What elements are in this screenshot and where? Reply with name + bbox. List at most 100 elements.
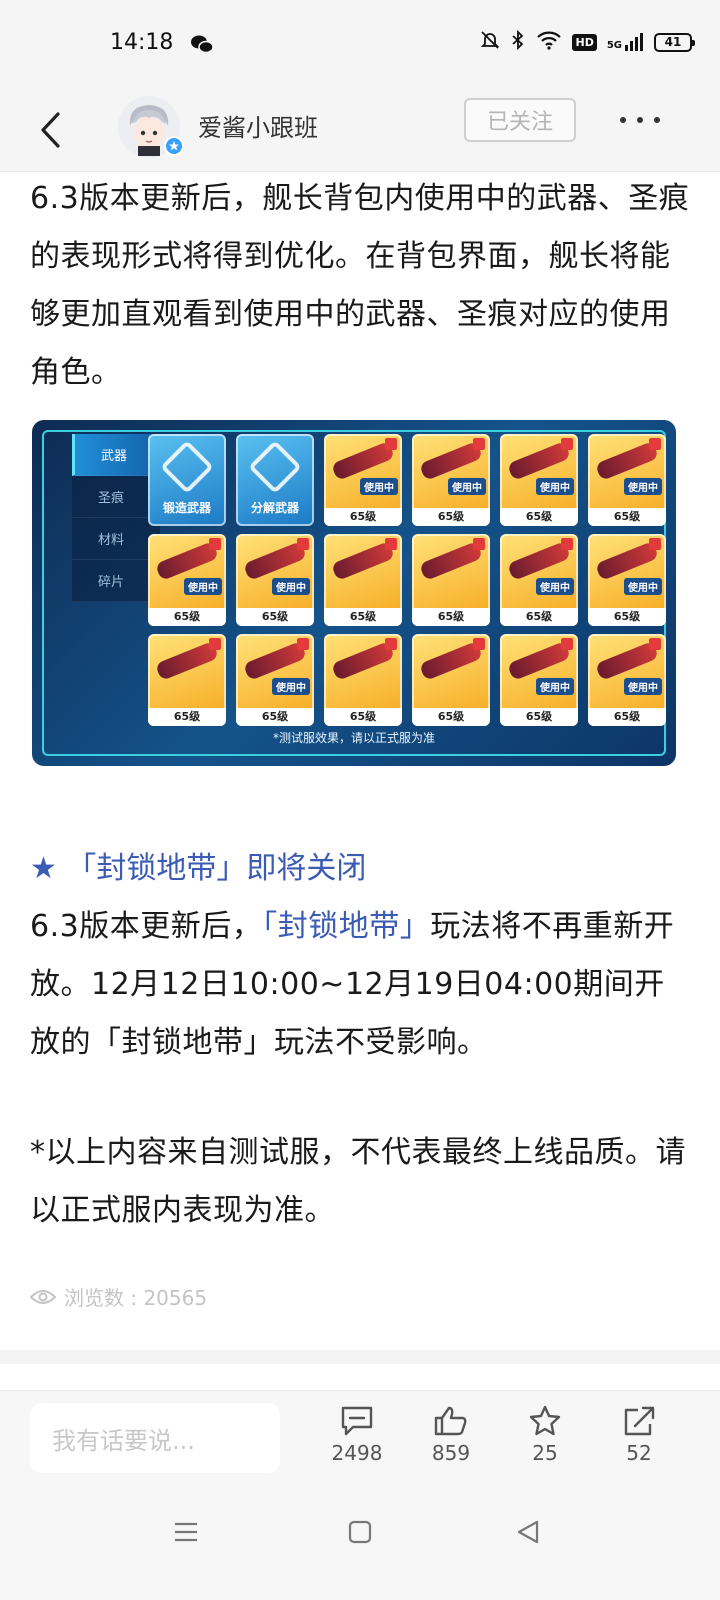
comment-button[interactable]: 2498	[322, 1405, 392, 1465]
in-use-badge: 使用中	[448, 478, 486, 495]
comment-icon	[341, 1406, 373, 1436]
lock-icon	[297, 638, 309, 650]
image-caption: *测试服效果，请以正式服为准	[272, 731, 435, 745]
anvil-icon	[160, 440, 214, 494]
menu-icon	[175, 1522, 197, 1542]
view-count-text: 浏览数 : 20565	[64, 1286, 208, 1310]
in-use-badge: 使用中	[536, 478, 574, 495]
more-options-button[interactable]	[620, 110, 660, 130]
nav-menu-button[interactable]	[166, 1512, 206, 1552]
level-label: 65级	[324, 508, 402, 526]
level-label: 65级	[324, 608, 402, 626]
share-button[interactable]: 52	[604, 1405, 674, 1465]
level-label: 65级	[148, 708, 226, 726]
in-use-badge: 使用中	[272, 678, 310, 695]
weapon-tile: 使用中 65级	[236, 534, 314, 626]
battery-icon: 41	[654, 32, 695, 52]
inventory-tab: 武器	[72, 434, 160, 476]
level-label: 65级	[412, 508, 490, 526]
inventory-grid: 锻造武器 分解武器 使用中 65级 使用中 65级 使用中 65级 使用中 65级 使用…	[148, 434, 666, 726]
lock-icon	[561, 638, 573, 650]
hd-badge: HD	[572, 33, 597, 51]
wechat-icon	[190, 34, 214, 54]
lock-icon	[473, 438, 485, 450]
level-label: 65级	[236, 708, 314, 726]
article-image[interactable]: 武器 圣痕 材料 碎片 锻造武器 分解武器 使用中 65级 使用中 65级 使用中 6…	[32, 420, 676, 766]
weapon-tile: 65级	[324, 634, 402, 726]
article-paragraph: 6.3版本更新后，舰长背包内使用中的武器、圣痕的表现形式将得到优化。在背包界面，…	[30, 181, 690, 390]
lock-icon	[649, 638, 661, 650]
section-title: ★ 「封锁地带」即将关闭	[30, 851, 367, 886]
level-label: 65级	[412, 708, 490, 726]
weapon-tile: 使用中 65级	[500, 634, 578, 726]
like-button[interactable]: 859	[416, 1405, 486, 1465]
tile-label: 分解武器	[250, 501, 299, 515]
level-label: 65级	[148, 608, 226, 626]
lock-icon	[385, 638, 397, 650]
view-count: 浏览数 : 20565	[30, 1282, 207, 1311]
dot-icon	[654, 117, 660, 123]
bottom-action-bar: 我有话要说... 2498 859 25 52	[0, 1390, 720, 1484]
follow-button[interactable]: 已关注	[464, 98, 576, 142]
level-label: 65级	[324, 708, 402, 726]
in-use-badge: 使用中	[536, 678, 574, 695]
in-use-badge: 使用中	[184, 578, 222, 595]
author-name[interactable]: 爱酱小跟班	[198, 108, 318, 143]
weapon-tile: 使用中 65级	[500, 534, 578, 626]
lock-icon	[649, 438, 661, 450]
verified-badge-icon	[164, 136, 184, 156]
weapon-tile: 使用中 65级	[412, 434, 490, 526]
inventory-tabs: 武器 圣痕 材料 碎片	[72, 434, 160, 616]
weapon-tile: 使用中 65级	[588, 634, 666, 726]
article-paragraph: 6.3版本更新后，「封锁地带」玩法将不再重新开放。12月12日10:00~12月…	[30, 898, 694, 1072]
lock-icon	[209, 638, 221, 650]
level-label: 65级	[588, 708, 666, 726]
weapon-tile: 使用中 65级	[588, 434, 666, 526]
home-square-icon	[348, 1520, 372, 1544]
topic-link[interactable]: 「封锁地带」	[262, 909, 430, 944]
tile-label: 锻造武器	[162, 501, 211, 515]
share-icon	[624, 1406, 655, 1436]
lock-icon	[209, 538, 221, 550]
level-label: 65级	[500, 508, 578, 526]
nav-home-button[interactable]	[340, 1512, 380, 1552]
wifi-icon	[536, 30, 562, 54]
in-use-badge: 使用中	[536, 578, 574, 595]
level-label: 65级	[500, 608, 578, 626]
in-use-badge: 使用中	[360, 478, 398, 495]
post-header: 爱酱小跟班 已关注	[0, 90, 720, 172]
back-button[interactable]	[30, 108, 70, 152]
weapon-tile: 65级	[324, 534, 402, 626]
lock-icon	[649, 538, 661, 550]
weapon-tile: 65级	[148, 634, 226, 726]
level-label: 65级	[412, 608, 490, 626]
in-use-badge: 使用中	[624, 578, 662, 595]
forge-weapon-tile: 锻造武器	[148, 434, 226, 526]
author-avatar[interactable]	[118, 96, 184, 158]
diamond-icon	[248, 440, 302, 494]
weapon-tile: 使用中 65级	[588, 534, 666, 626]
in-use-badge: 使用中	[624, 478, 662, 495]
nav-back-button[interactable]	[508, 1512, 548, 1552]
weapon-tile: 使用中 65级	[236, 634, 314, 726]
lock-icon	[561, 438, 573, 450]
bluetooth-icon	[510, 29, 526, 54]
lock-icon	[297, 538, 309, 550]
favorite-count: 25	[532, 1441, 558, 1465]
in-use-badge: 使用中	[624, 678, 662, 695]
lock-icon	[561, 538, 573, 550]
level-label: 65级	[236, 608, 314, 626]
weapon-tile: 65级	[412, 534, 490, 626]
weapon-tile: 65级	[412, 634, 490, 726]
dismantle-weapon-tile: 分解武器	[236, 434, 314, 526]
lock-icon	[385, 538, 397, 550]
comment-input[interactable]: 我有话要说...	[30, 1403, 280, 1473]
back-triangle-icon	[517, 1520, 539, 1544]
signal-icon: 5G	[607, 33, 644, 51]
in-use-badge: 使用中	[272, 578, 310, 595]
weapon-tile: 使用中 65级	[148, 534, 226, 626]
paragraph-text: 6.3版本更新后，	[30, 909, 263, 944]
dot-icon	[620, 117, 626, 123]
favorite-button[interactable]: 25	[510, 1405, 580, 1465]
share-count: 52	[626, 1441, 652, 1465]
